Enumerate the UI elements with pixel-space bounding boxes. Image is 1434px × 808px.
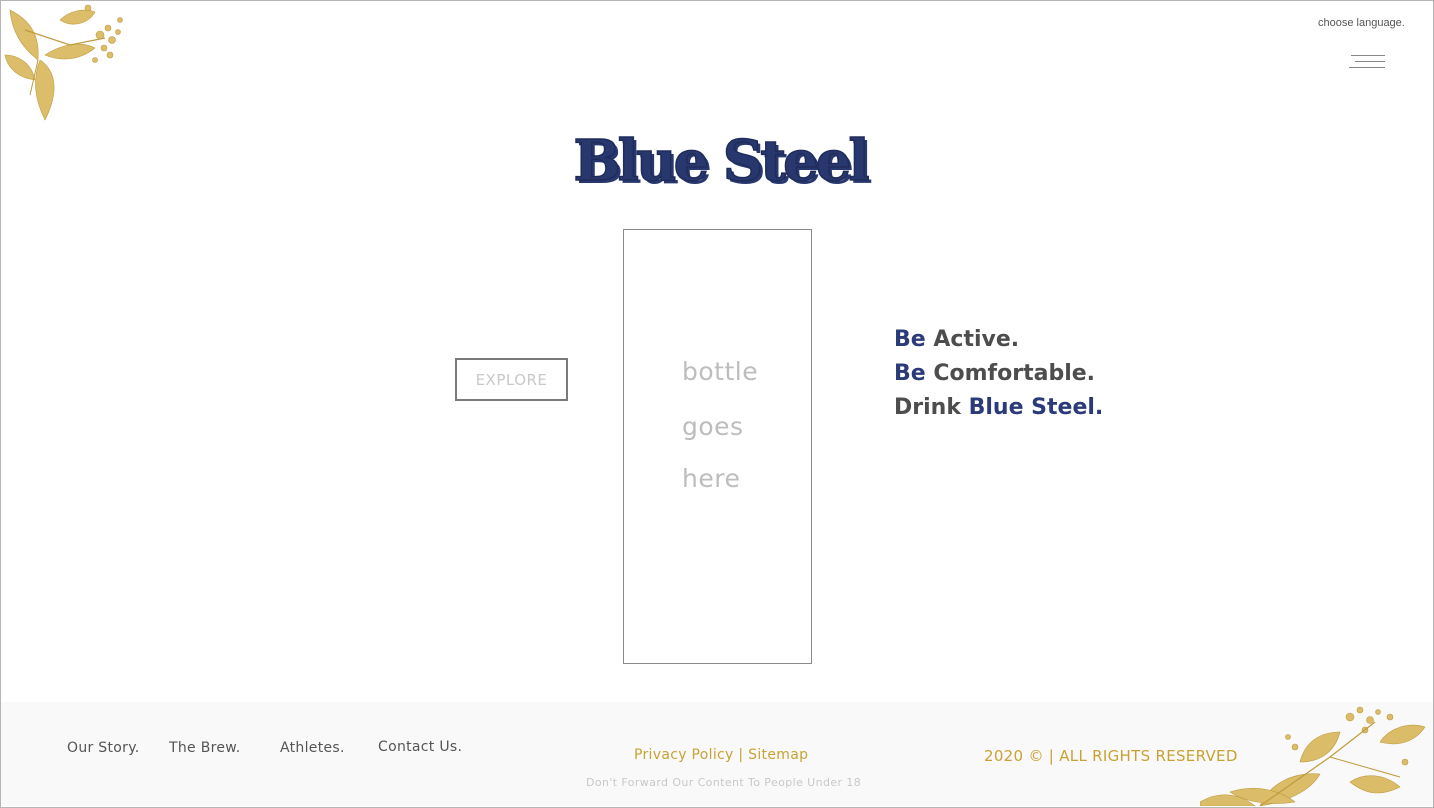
footer-link-the-brew[interactable]: The Brew. <box>169 740 240 756</box>
tagline: Be Active. Be Comfortable. Drink Blue St… <box>894 323 1103 425</box>
tagline-accent: Blue Steel. <box>968 395 1104 420</box>
legal-links: Privacy Policy | Sitemap <box>634 747 808 763</box>
tagline-accent: Be <box>894 361 926 386</box>
bottle-placeholder-text: goes <box>682 412 744 441</box>
floral-illustration-bottom <box>1200 706 1426 806</box>
brand-logo: Blue Steel <box>573 127 871 195</box>
tagline-line-2: Be Comfortable. <box>894 357 1103 391</box>
tagline-accent: Be <box>894 327 926 352</box>
footer-link-our-story[interactable]: Our Story. <box>67 740 140 756</box>
tagline-line-1: Be Active. <box>894 323 1103 357</box>
footer-link-athletes[interactable]: Athletes. <box>280 740 345 756</box>
tagline-text: Drink <box>894 395 961 420</box>
choose-language-link[interactable]: choose language. <box>1318 17 1405 29</box>
tagline-line-3: Drink Blue Steel. <box>894 391 1103 425</box>
bottle-placeholder-text: bottle <box>682 357 759 386</box>
bottle-placeholder: bottle goes here <box>623 229 812 664</box>
footer-link-contact-us[interactable]: Contact Us. <box>378 739 462 755</box>
bottle-placeholder-text: here <box>682 464 741 493</box>
legal-separator: | <box>738 747 744 763</box>
explore-button[interactable]: EXPLORE <box>455 358 568 401</box>
hamburger-menu-icon[interactable] <box>1349 55 1385 73</box>
tagline-text: Active. <box>933 327 1020 352</box>
age-warning: Don't Forward Our Content To People Unde… <box>586 776 862 789</box>
privacy-policy-link[interactable]: Privacy Policy <box>634 747 734 763</box>
floral-illustration-top <box>4 4 123 121</box>
tagline-text: Comfortable. <box>933 361 1096 386</box>
sitemap-link[interactable]: Sitemap <box>748 747 808 763</box>
